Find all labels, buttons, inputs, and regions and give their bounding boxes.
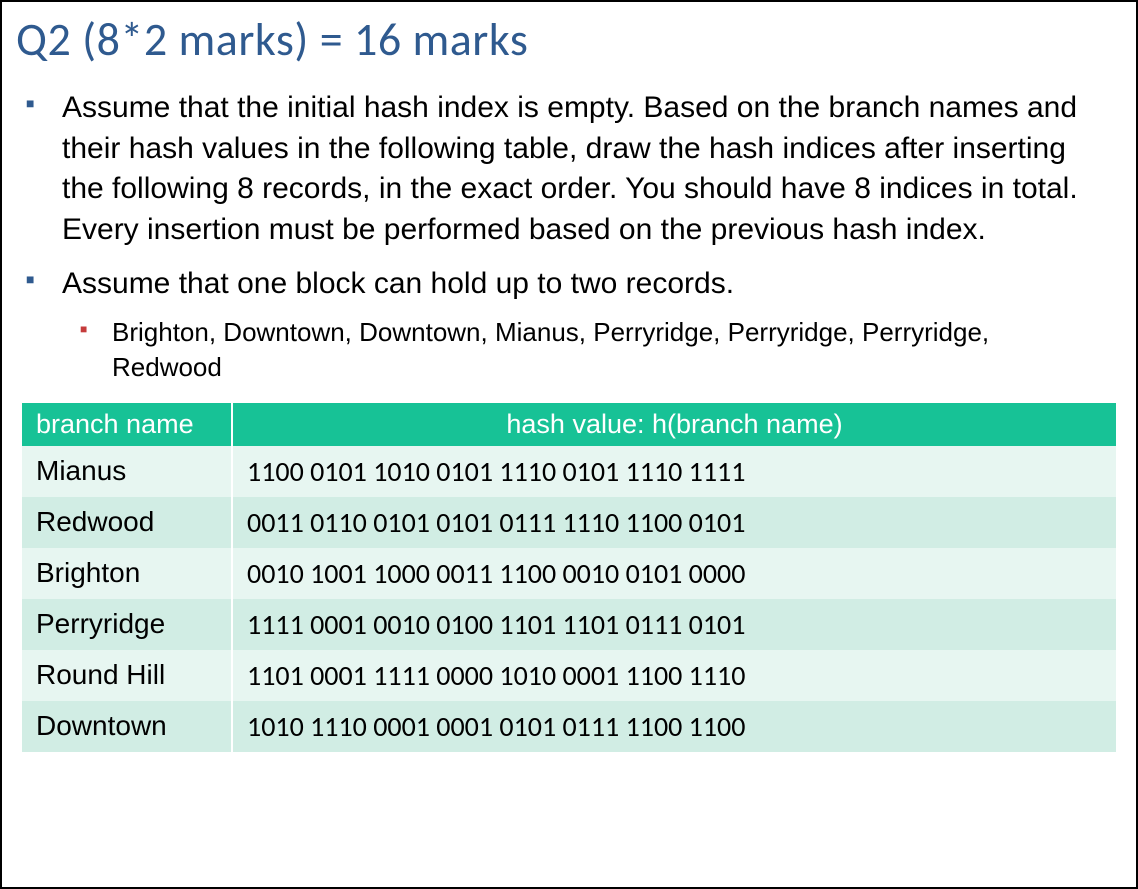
table-header-branch: branch name bbox=[22, 403, 232, 446]
cell-branch-name: Downtown bbox=[22, 701, 232, 752]
table-header-hash: hash value: h(branch name) bbox=[232, 403, 1116, 446]
cell-branch-name: Perryridge bbox=[22, 599, 232, 650]
bullet-item-2: Assume that one block can hold up to two… bbox=[62, 264, 1106, 385]
bullet-item-2-text: Assume that one block can hold up to two… bbox=[62, 267, 734, 300]
table-row: Downtown 1010 1110 0001 0001 0101 0111 1… bbox=[22, 701, 1116, 752]
hash-table: branch name hash value: h(branch name) M… bbox=[22, 403, 1116, 752]
cell-branch-name: Redwood bbox=[22, 497, 232, 548]
table-row: Redwood 0011 0110 0101 0101 0111 1110 11… bbox=[22, 497, 1116, 548]
table-row: Round Hill 1101 0001 1111 0000 1010 0001… bbox=[22, 650, 1116, 701]
slide-title: Q2 (8*2 marks) = 16 marks bbox=[2, 2, 1136, 88]
bullet-item-1: Assume that the initial hash index is em… bbox=[62, 88, 1106, 250]
table-row: Perryridge 1111 0001 0010 0100 1101 1101… bbox=[22, 599, 1116, 650]
cell-hash-value: 1100 0101 1010 0101 1110 0101 1110 1111 bbox=[232, 446, 1116, 497]
cell-branch-name: Round Hill bbox=[22, 650, 232, 701]
cell-hash-value: 0010 1001 1000 0011 1100 0010 0101 0000 bbox=[232, 548, 1116, 599]
cell-hash-value: 0011 0110 0101 0101 0111 1110 1100 0101 bbox=[232, 497, 1116, 548]
cell-branch-name: Mianus bbox=[22, 446, 232, 497]
cell-branch-name: Brighton bbox=[22, 548, 232, 599]
bullet-list: Assume that the initial hash index is em… bbox=[2, 88, 1136, 385]
sub-bullet-list: Brighton, Downtown, Downtown, Mianus, Pe… bbox=[62, 315, 1106, 385]
table-header-row: branch name hash value: h(branch name) bbox=[22, 403, 1116, 446]
cell-hash-value: 1101 0001 1111 0000 1010 0001 1100 1110 bbox=[232, 650, 1116, 701]
table-row: Brighton 0010 1001 1000 0011 1100 0010 0… bbox=[22, 548, 1116, 599]
sub-bullet-item-1: Brighton, Downtown, Downtown, Mianus, Pe… bbox=[112, 315, 1106, 385]
cell-hash-value: 1111 0001 0010 0100 1101 1101 0111 0101 bbox=[232, 599, 1116, 650]
cell-hash-value: 1010 1110 0001 0001 0101 0111 1100 1100 bbox=[232, 701, 1116, 752]
table-row: Mianus 1100 0101 1010 0101 1110 0101 111… bbox=[22, 446, 1116, 497]
